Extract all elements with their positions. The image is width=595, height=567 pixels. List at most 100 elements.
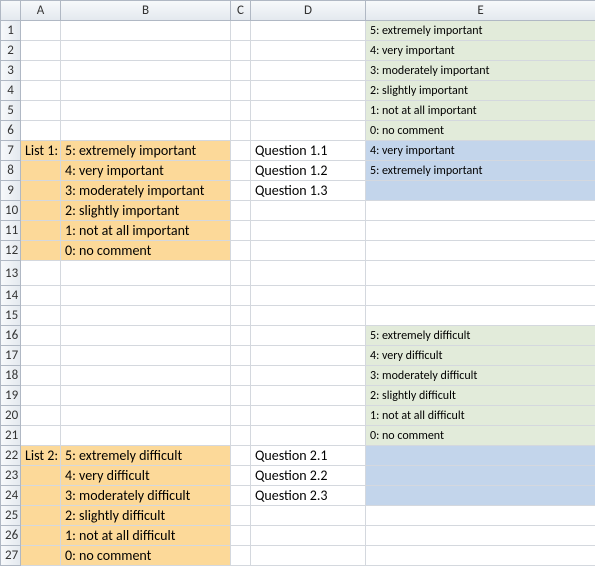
row-header[interactable]: 7 [1,141,21,161]
cell-E6[interactable]: 0: no comment [366,121,595,141]
cell-C12[interactable] [231,241,251,261]
cell-E4[interactable]: 2: slightly important [366,81,595,101]
cell-A14[interactable] [21,286,61,306]
row-header[interactable]: 20 [1,406,21,426]
cell-D17[interactable] [251,346,366,366]
cell-B10[interactable]: 2: slightly important [61,201,231,221]
cell-D3[interactable] [251,61,366,81]
cell-D13[interactable] [251,261,366,286]
cell-B15[interactable] [61,306,231,326]
cell-D27[interactable] [251,546,366,566]
cell-E9[interactable] [366,181,595,201]
row-header[interactable]: 3 [1,61,21,81]
cell-E10[interactable] [366,201,595,221]
cell-B12[interactable]: 0: no comment [61,241,231,261]
row-header[interactable]: 12 [1,241,21,261]
row-header[interactable]: 13 [1,261,21,286]
cell-D1[interactable] [251,21,366,41]
cell-A26[interactable] [21,526,61,546]
cell-E20[interactable]: 1: not at all difficult [366,406,595,426]
cell-D23[interactable]: Question 2.2 [251,466,366,486]
cell-C3[interactable] [231,61,251,81]
cell-D15[interactable] [251,306,366,326]
cell-C14[interactable] [231,286,251,306]
cell-B25[interactable]: 2: slightly difficult [61,506,231,526]
cell-E25[interactable] [366,506,595,526]
cell-D11[interactable] [251,221,366,241]
cell-A6[interactable] [21,121,61,141]
row-header[interactable]: 18 [1,366,21,386]
cell-C8[interactable] [231,161,251,181]
cell-A7[interactable]: List 1: [21,141,61,161]
cell-A17[interactable] [21,346,61,366]
cell-A24[interactable] [21,486,61,506]
row-header[interactable]: 10 [1,201,21,221]
row-header[interactable]: 25 [1,506,21,526]
cell-E23[interactable] [366,466,595,486]
cell-A1[interactable] [21,21,61,41]
cell-A19[interactable] [21,386,61,406]
cell-C21[interactable] [231,426,251,446]
col-header-E[interactable]: E [366,1,595,21]
row-header[interactable]: 24 [1,486,21,506]
col-header-D[interactable]: D [251,1,366,21]
col-header-C[interactable]: C [231,1,251,21]
cell-A22[interactable]: List 2: [21,446,61,466]
cell-C20[interactable] [231,406,251,426]
cell-D18[interactable] [251,366,366,386]
cell-E17[interactable]: 4: very difficult [366,346,595,366]
cell-B26[interactable]: 1: not at all difficult [61,526,231,546]
cell-B13[interactable] [61,261,231,286]
cell-D12[interactable] [251,241,366,261]
col-header-A[interactable]: A [21,1,61,21]
row-header[interactable]: 8 [1,161,21,181]
cell-D25[interactable] [251,506,366,526]
cell-C15[interactable] [231,306,251,326]
cell-D5[interactable] [251,101,366,121]
cell-E1[interactable]: 5: extremely important [366,21,595,41]
cell-E8[interactable]: 5: extremely important [366,161,595,181]
cell-C16[interactable] [231,326,251,346]
row-header[interactable]: 2 [1,41,21,61]
cell-C25[interactable] [231,506,251,526]
cell-B11[interactable]: 1: not at all important [61,221,231,241]
row-header[interactable]: 14 [1,286,21,306]
cell-A15[interactable] [21,306,61,326]
cell-B8[interactable]: 4: very important [61,161,231,181]
cell-E14[interactable] [366,286,595,306]
cell-B27[interactable]: 0: no comment [61,546,231,566]
cell-D6[interactable] [251,121,366,141]
row-header[interactable]: 27 [1,546,21,566]
row-header[interactable]: 5 [1,101,21,121]
cell-B1[interactable] [61,21,231,41]
cell-B4[interactable] [61,81,231,101]
cell-E5[interactable]: 1: not at all important [366,101,595,121]
cell-B21[interactable] [61,426,231,446]
cell-E19[interactable]: 2: slightly difficult [366,386,595,406]
cell-A20[interactable] [21,406,61,426]
col-header-B[interactable]: B [61,1,231,21]
cell-D10[interactable] [251,201,366,221]
cell-C6[interactable] [231,121,251,141]
cell-A5[interactable] [21,101,61,121]
cell-E15[interactable] [366,306,595,326]
cell-B17[interactable] [61,346,231,366]
cell-B22[interactable]: 5: extremely difficult [61,446,231,466]
cell-A21[interactable] [21,426,61,446]
row-header[interactable]: 17 [1,346,21,366]
cell-D16[interactable] [251,326,366,346]
cell-E27[interactable] [366,546,595,566]
cell-C10[interactable] [231,201,251,221]
row-header[interactable]: 6 [1,121,21,141]
cell-A23[interactable] [21,466,61,486]
cell-D4[interactable] [251,81,366,101]
cell-A16[interactable] [21,326,61,346]
cell-E18[interactable]: 3: moderately difficult [366,366,595,386]
cell-C13[interactable] [231,261,251,286]
cell-A3[interactable] [21,61,61,81]
cell-B14[interactable] [61,286,231,306]
cell-A27[interactable] [21,546,61,566]
cell-A25[interactable] [21,506,61,526]
row-header[interactable]: 23 [1,466,21,486]
cell-E13[interactable] [366,261,595,286]
